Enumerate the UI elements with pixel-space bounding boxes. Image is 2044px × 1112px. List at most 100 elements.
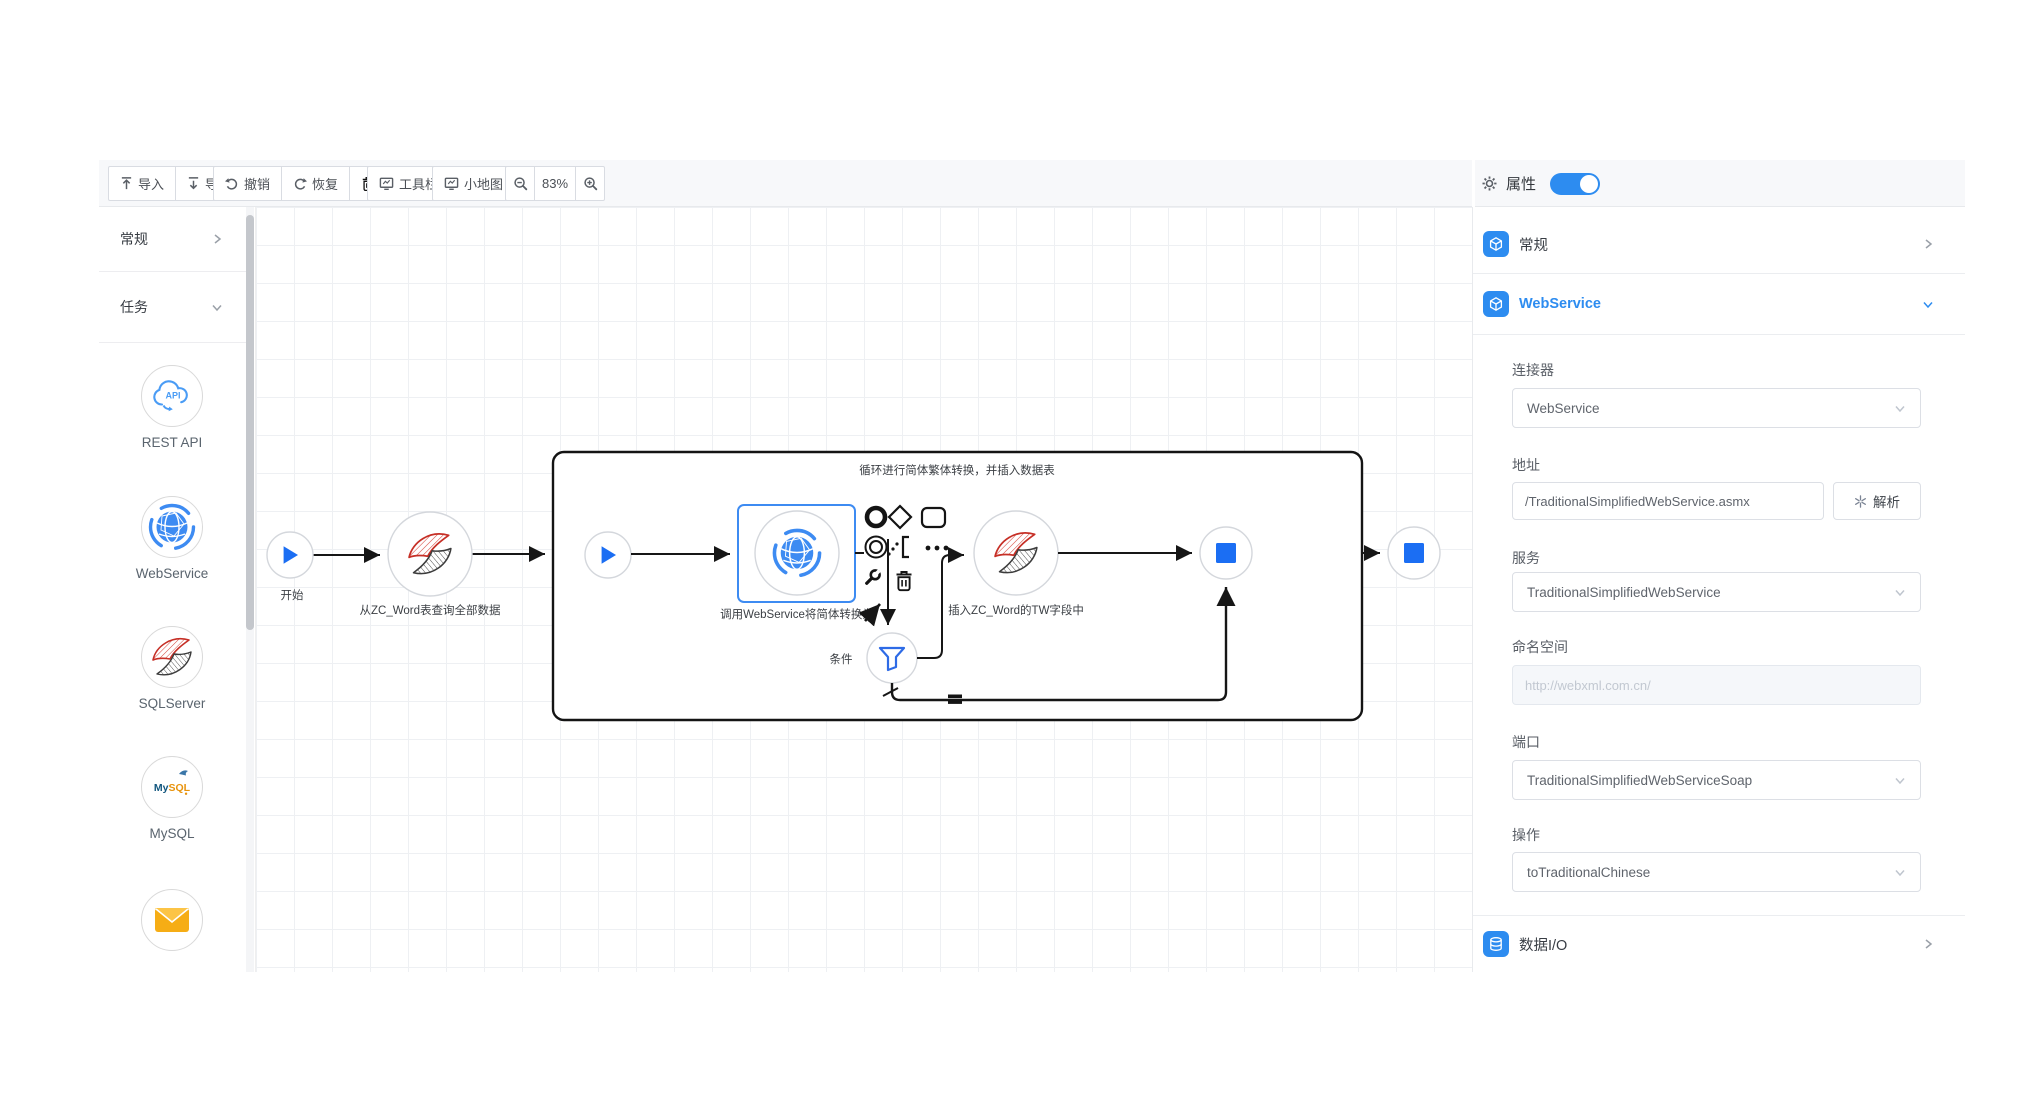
- chevron-down-icon: [211, 302, 223, 313]
- node-palette-sidebar: 常规 任务 API REST API: [99, 207, 256, 972]
- rest-api-icon: API: [141, 365, 203, 427]
- properties-header: 属性: [1472, 160, 1965, 207]
- palette-item-label: MySQL: [99, 826, 245, 841]
- zoom-out-button[interactable]: [505, 166, 535, 201]
- panel-section-webservice[interactable]: WebService: [1473, 274, 1965, 335]
- panel-section-general-label: 常规: [1519, 234, 1923, 255]
- properties-toggle[interactable]: [1550, 173, 1600, 195]
- address-field-label: 地址: [1512, 455, 1540, 475]
- palette-item-label: WebService: [99, 566, 245, 581]
- top-toolbar: 导入 导出 撤销 恢复: [99, 160, 1965, 207]
- parse-button-label: 解析: [1873, 491, 1900, 511]
- sqlserver-icon: [141, 626, 203, 688]
- port-select-value: TraditionalSimplifiedWebServiceSoap: [1527, 773, 1752, 788]
- palette-item-rest-api[interactable]: API REST API: [99, 365, 245, 450]
- undo-icon: [225, 177, 239, 191]
- chevron-down-icon: [1922, 299, 1934, 310]
- palette-item-label: SQLServer: [99, 696, 245, 711]
- sidebar-section-general[interactable]: 常规: [99, 207, 249, 272]
- properties-panel: 常规 WebService 连接器 WebService 地址: [1472, 207, 1965, 972]
- mysql-logo-my: My: [154, 782, 169, 794]
- connector-select-value: WebService: [1527, 401, 1600, 416]
- sidebar-section-general-label: 常规: [120, 229, 148, 249]
- flow-canvas[interactable]: 循环进行简体繁体转换，并插入数据表 开始 从ZC_Word表查询全部数据: [256, 207, 1472, 972]
- chevron-down-icon: [1894, 775, 1906, 786]
- import-button[interactable]: 导入: [108, 166, 176, 201]
- sidebar-scrollbar-thumb[interactable]: [246, 215, 254, 630]
- mysql-icon: MySQL: [141, 756, 203, 818]
- zoom-level-value: 83%: [534, 166, 576, 201]
- node-start[interactable]: [267, 532, 313, 578]
- sidebar-section-tasks-label: 任务: [120, 297, 148, 317]
- node-sql-query-label: 从ZC_Word表查询全部数据: [360, 603, 501, 617]
- palette-item-sqlserver[interactable]: SQLServer: [99, 626, 245, 711]
- service-select[interactable]: TraditionalSimplifiedWebService: [1512, 572, 1921, 612]
- export-icon: [187, 177, 200, 190]
- palette-item-webservice[interactable]: WebService: [99, 496, 245, 581]
- node-end[interactable]: [1388, 527, 1440, 579]
- node-start-label: 开始: [281, 588, 304, 602]
- app-window: 导入 导出 撤销 恢复: [99, 160, 1965, 972]
- minimap-label: 小地图: [464, 174, 503, 193]
- import-label: 导入: [138, 174, 164, 193]
- parse-button[interactable]: 解析: [1833, 482, 1921, 520]
- sidebar-section-tasks[interactable]: 任务: [99, 272, 249, 343]
- palette-item-email[interactable]: [99, 889, 245, 951]
- loopback-marker: [948, 700, 962, 704]
- minimap-button[interactable]: 小地图: [432, 166, 515, 201]
- undo-button[interactable]: 撤销: [213, 166, 282, 201]
- node-condition[interactable]: [867, 633, 917, 683]
- cube-icon: [1483, 291, 1509, 317]
- node-webservice-selected[interactable]: [738, 505, 855, 602]
- email-envelope-icon: [141, 889, 203, 951]
- webservice-globe-icon: [141, 496, 203, 558]
- node-sql-query[interactable]: [388, 512, 472, 596]
- parse-sparkle-icon: [1854, 495, 1867, 508]
- chevron-right-icon: [1923, 938, 1934, 950]
- zoom-group: 83%: [505, 166, 605, 201]
- service-select-value: TraditionalSimplifiedWebService: [1527, 585, 1721, 600]
- stop-icon: [1216, 543, 1236, 563]
- connector-select[interactable]: WebService: [1512, 388, 1921, 428]
- minimap-icon: [444, 176, 459, 191]
- connector-field-label: 连接器: [1512, 360, 1554, 380]
- redo-icon: [293, 177, 307, 191]
- undo-label: 撤销: [244, 174, 270, 193]
- rest-api-logo-text: API: [165, 391, 180, 401]
- panel-section-data-io-label: 数据I/O: [1519, 934, 1923, 955]
- database-icon: [1483, 931, 1509, 957]
- mysql-logo-sql: SQL: [169, 782, 191, 794]
- chevron-down-icon: [1894, 867, 1906, 878]
- node-sql-insert[interactable]: [974, 511, 1058, 595]
- more-tool-icon[interactable]: [926, 546, 949, 551]
- palette-item-mysql[interactable]: MySQL MySQL: [99, 756, 245, 841]
- panel-section-data-io[interactable]: 数据I/O: [1473, 915, 1965, 972]
- node-sql-insert-label: 插入ZC_Word的TW字段中: [948, 603, 1084, 617]
- operation-select-value: toTraditionalChinese: [1527, 865, 1650, 880]
- panel-section-general[interactable]: 常规: [1473, 215, 1965, 274]
- zoom-in-button[interactable]: [575, 166, 605, 201]
- namespace-input: [1512, 665, 1921, 705]
- properties-title: 属性: [1506, 173, 1536, 194]
- address-input[interactable]: [1512, 482, 1824, 520]
- chevron-right-icon: [212, 233, 223, 245]
- zoom-out-icon: [513, 176, 528, 191]
- zoom-in-icon: [583, 176, 598, 191]
- toolbar-panel-icon: [379, 176, 394, 191]
- operation-select[interactable]: toTraditionalChinese: [1512, 852, 1921, 892]
- loop-container[interactable]: [553, 452, 1362, 720]
- port-select[interactable]: TraditionalSimplifiedWebServiceSoap: [1512, 760, 1921, 800]
- service-field-label: 服务: [1512, 548, 1540, 568]
- panel-section-webservice-label: WebService: [1519, 296, 1922, 312]
- node-condition-label: 条件: [830, 652, 853, 666]
- chevron-down-icon: [1894, 403, 1906, 414]
- gear-icon: [1481, 175, 1498, 192]
- minimap-group: 小地图: [432, 166, 515, 201]
- namespace-field-label: 命名空间: [1512, 637, 1568, 657]
- node-webservice-label: 调用WebService将简体转换为: [720, 607, 874, 621]
- operation-field-label: 操作: [1512, 825, 1540, 845]
- port-field-label: 端口: [1512, 732, 1540, 752]
- redo-button[interactable]: 恢复: [281, 166, 350, 201]
- node-inner-start[interactable]: [585, 532, 631, 578]
- node-inner-end[interactable]: [1200, 527, 1252, 579]
